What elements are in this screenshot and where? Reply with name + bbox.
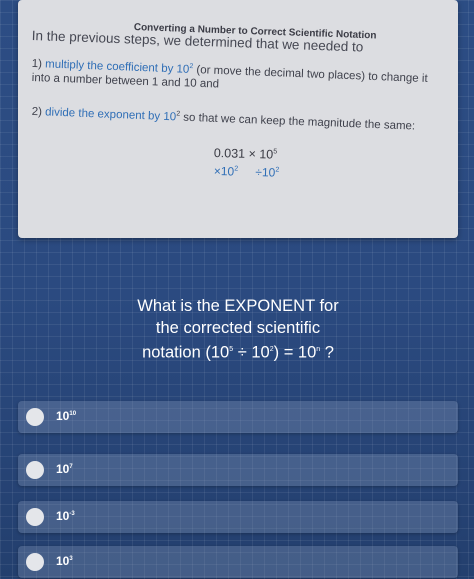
- answer-option-3[interactable]: 10-3: [18, 501, 458, 533]
- option-base: 10: [56, 509, 70, 523]
- divide-operation: ÷102: [255, 165, 279, 180]
- answer-option-label: 1010: [56, 409, 76, 423]
- answer-option-label: 10-3: [56, 509, 75, 523]
- expression-base: 0.031 × 10: [213, 146, 274, 162]
- question-line-2: the corrected scientific: [155, 319, 321, 337]
- operations: ×102 ÷102: [214, 164, 294, 180]
- option-base: 10: [56, 462, 70, 476]
- option-base: 10: [56, 554, 70, 568]
- option-exponent: 7: [69, 464, 73, 470]
- option-base: 10: [56, 409, 70, 423]
- radio-button[interactable]: [26, 408, 44, 426]
- step1-prefix: 1): [31, 57, 46, 71]
- expression: 0.031 × 105: [214, 146, 278, 162]
- option-exponent: 10: [69, 411, 77, 417]
- multiply-operation: ×102: [214, 164, 239, 179]
- answer-option-1[interactable]: 1010: [18, 401, 458, 433]
- answer-option-2[interactable]: 107: [18, 454, 458, 486]
- multiply-op-text: ×10: [213, 164, 235, 179]
- answer-option-4[interactable]: 103: [18, 546, 458, 578]
- question-part-b: ÷ 10: [233, 343, 270, 362]
- divide-op-exponent: 2: [275, 166, 280, 174]
- option-exponent: 3: [69, 556, 73, 562]
- question-text: What is the EXPONENT for the corrected s…: [120, 295, 356, 364]
- radio-button[interactable]: [26, 461, 44, 479]
- step2-highlight: divide the exponent by 10: [44, 106, 177, 124]
- step2-prefix: 2): [31, 105, 46, 119]
- radio-button[interactable]: [26, 553, 44, 571]
- question-part-d: ?: [320, 343, 334, 362]
- question-part-c: ) = 10: [273, 343, 317, 362]
- divide-op-text: ÷10: [255, 165, 276, 180]
- multiply-op-exponent: 2: [234, 165, 239, 173]
- step2-line: 2) divide the exponent by 102 so that we…: [32, 105, 416, 133]
- radio-button[interactable]: [26, 508, 44, 526]
- answer-option-label: 107: [56, 462, 73, 476]
- step1-rest: (or move the decimal two places) to chan…: [192, 64, 428, 86]
- question-line-1: What is the EXPONENT for: [137, 297, 339, 315]
- expression-exponent: 5: [273, 148, 278, 156]
- answer-option-label: 103: [56, 554, 73, 568]
- instruction-card: Converting a Number to Correct Scientifi…: [18, 0, 458, 238]
- question-part-a: notation (10: [142, 343, 230, 362]
- question-line-3: notation (105 ÷ 102) = 10n ?: [120, 339, 356, 364]
- option-exponent: -3: [69, 511, 75, 517]
- step2-rest: so that we can keep the magnitude the sa…: [179, 111, 416, 133]
